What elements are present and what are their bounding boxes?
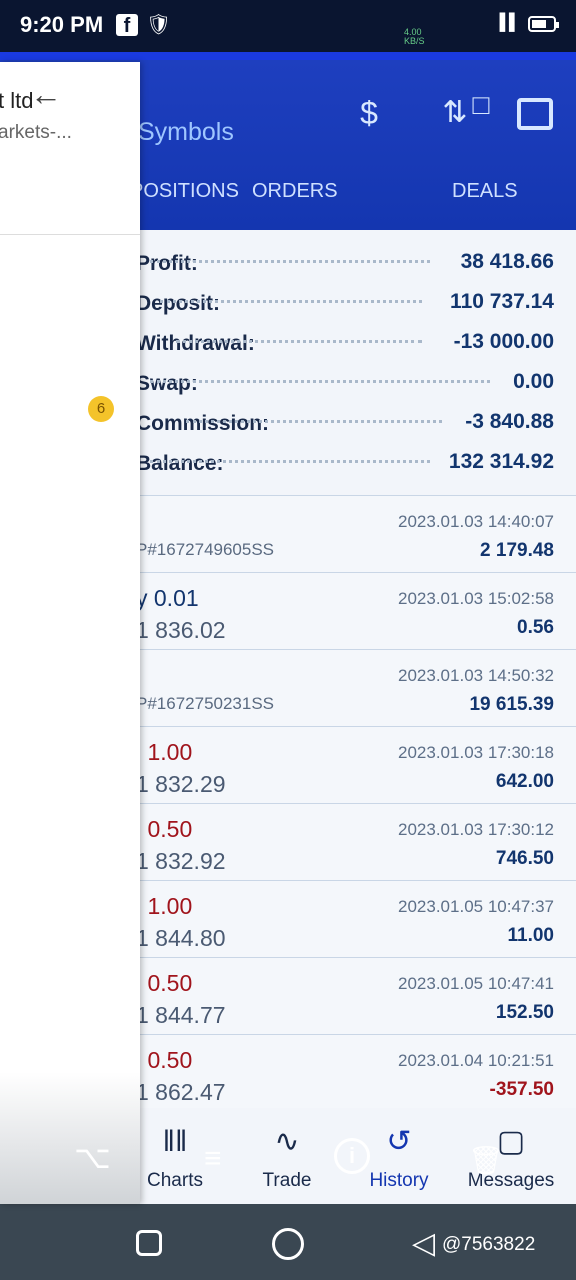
summary-value: 0.00 — [513, 370, 554, 393]
info-icon[interactable]: i — [334, 1138, 370, 1174]
nav-label: History — [369, 1170, 429, 1191]
home-button[interactable] — [272, 1228, 304, 1260]
drawer-account-title: t ltd — [0, 88, 34, 113]
divider — [0, 234, 140, 235]
trash-icon[interactable]: 🗑︎ — [468, 1144, 504, 1177]
summary-value: 38 418.66 — [460, 250, 554, 273]
deal-price: 1 844.80 — [136, 925, 226, 951]
summary-label: Withdrawal: — [136, 332, 255, 355]
deal-time: 2023.01.03 15:02:58 — [398, 589, 554, 608]
recent-apps-button[interactable] — [136, 1230, 162, 1256]
summary-value: 132 314.92 — [448, 450, 554, 473]
battery-icon — [528, 16, 559, 32]
deal-time: 2023.01.03 14:40:07 — [398, 512, 554, 531]
deal-profit: 11.00 — [507, 925, 555, 946]
tab-deals[interactable]: DEALS — [452, 180, 518, 203]
share-icon[interactable]: ⌥ — [74, 1138, 111, 1176]
deal-time: 2023.01.03 17:30:18 — [398, 743, 554, 762]
deal-price: 1 832.92 — [136, 848, 226, 874]
nav-label: Trade — [262, 1170, 312, 1191]
deal-profit: -357.50 — [489, 1079, 554, 1100]
deal-title: l 0.50 — [136, 970, 193, 996]
deal-time: 2023.01.05 10:47:41 — [398, 974, 554, 993]
summary-label: Swap: — [136, 372, 198, 395]
deal-title: l 0.50 — [136, 816, 193, 842]
deal-price: 1 862.47 — [136, 1079, 226, 1105]
calendar-icon[interactable] — [510, 88, 560, 138]
deal-profit: 2 179.48 — [480, 540, 554, 561]
deal-price: 1 844.77 — [136, 1002, 226, 1028]
deal-time: 2023.01.05 10:47:37 — [398, 897, 554, 916]
deal-profit: 152.50 — [495, 1002, 554, 1023]
summary-label: Commission: — [136, 412, 270, 435]
notification-badge: 6 — [88, 396, 114, 422]
deal-profit: 0.56 — [517, 617, 554, 638]
network-speed: 4.00 KB/S — [404, 27, 425, 46]
system-nav-bar: ◁ @7563822 — [0, 1204, 576, 1280]
status-time: 9:20 PM — [20, 12, 104, 37]
summary-value: -13 000.00 — [453, 330, 554, 353]
deal-time: 2023.01.03 17:30:12 — [398, 820, 554, 839]
summary-label: Profit: — [136, 252, 198, 275]
adjust-icon[interactable]: ≡ — [204, 1142, 222, 1176]
currency-exchange-icon[interactable]: $ — [344, 88, 394, 138]
signal-icon: ▐▐ — [494, 14, 515, 31]
deal-title: l 0.50 — [136, 1047, 193, 1073]
deal-price: 1 836.02 — [136, 617, 226, 643]
tab-orders[interactable]: ORDERS — [252, 180, 338, 203]
page-title: Symbols — [138, 118, 234, 146]
trend-line-icon: ∿ — [274, 1125, 300, 1158]
deal-title: l 1.00 — [136, 739, 193, 765]
status-bar: 9:20 PM f 🛡︎ 4.00 KB/S ▐▐ — [0, 0, 576, 52]
deal-price: 1 832.29 — [136, 771, 226, 797]
back-button[interactable]: ◁ — [412, 1226, 435, 1261]
deal-title: y 0.01 — [136, 585, 199, 611]
summary-label: Balance: — [136, 452, 224, 475]
deal-comment: P#1672750231SS — [136, 694, 275, 713]
deal-title: l 1.00 — [136, 893, 193, 919]
side-drawer: t ltd ← arkets-... 6 ⌥ — [0, 62, 140, 1204]
watermark: @7563822 — [442, 1234, 536, 1255]
nav-trade[interactable]: ∿ Trade — [232, 1122, 342, 1192]
deal-profit: 19 615.39 — [469, 694, 554, 715]
cast-icon[interactable]: □ — [456, 80, 506, 130]
tab-positions[interactable]: POSITIONS — [130, 180, 239, 203]
summary-value: 110 737.14 — [450, 290, 554, 313]
drawer-account-subtitle: arkets-... — [0, 122, 72, 143]
summary-value: -3 840.88 — [465, 410, 554, 433]
deal-profit: 746.50 — [495, 848, 554, 869]
deal-time: 2023.01.03 14:50:32 — [398, 666, 554, 685]
deal-time: 2023.01.04 10:21:51 — [398, 1051, 554, 1070]
back-arrow-icon[interactable]: ← — [30, 76, 62, 113]
shield-icon: 🛡︎ — [146, 14, 172, 36]
deal-comment: P#1672749605SS — [136, 540, 275, 559]
facebook-notification-icon: f — [116, 14, 138, 37]
summary-label: Deposit: — [136, 292, 220, 315]
deal-profit: 642.00 — [495, 771, 554, 792]
